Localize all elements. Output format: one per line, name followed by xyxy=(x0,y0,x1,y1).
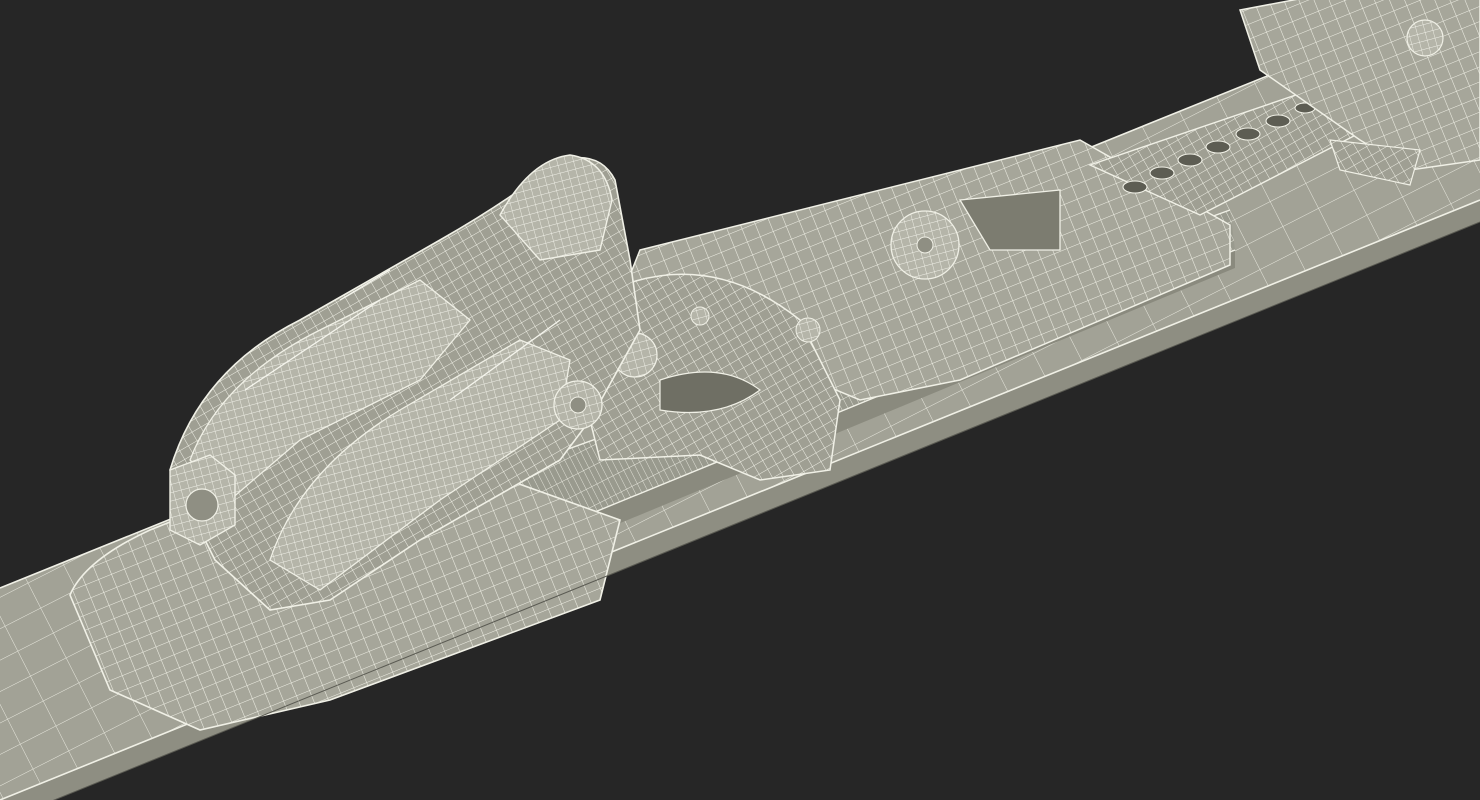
wireframe-render xyxy=(0,0,1480,800)
